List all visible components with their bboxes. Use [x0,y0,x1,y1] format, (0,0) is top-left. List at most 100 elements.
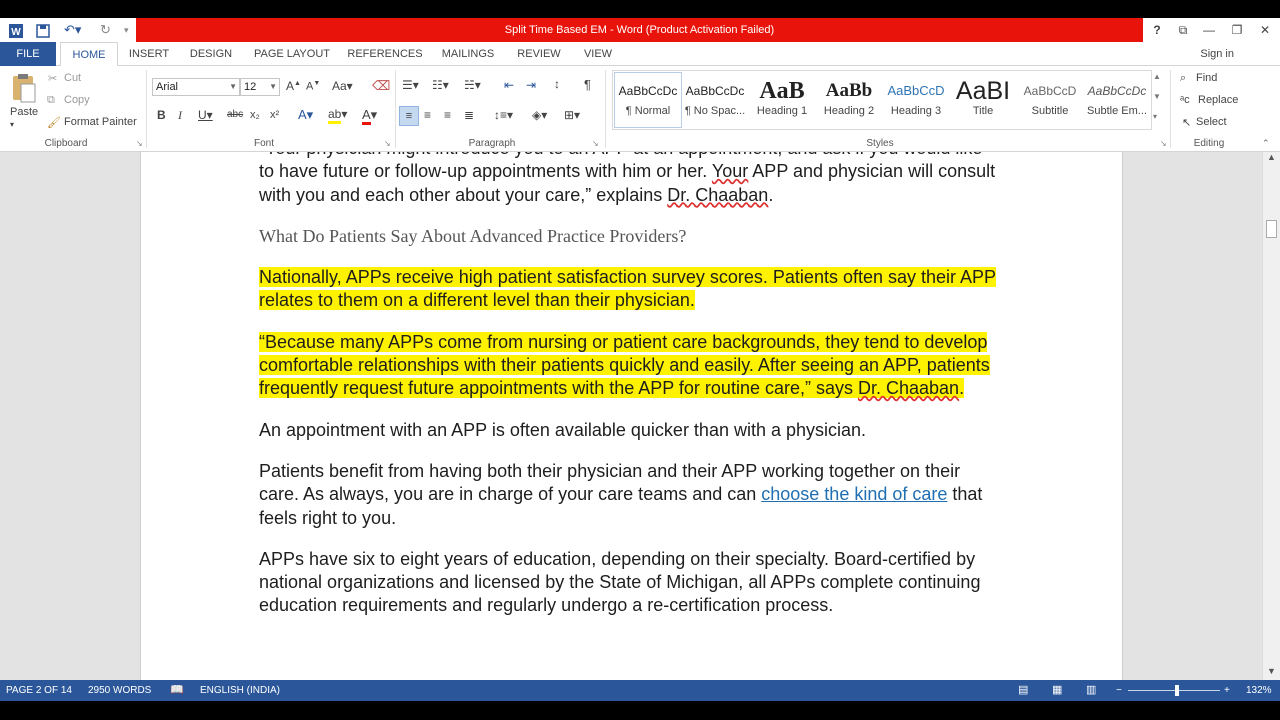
redo-icon[interactable]: ↻ [100,18,111,42]
shading-icon[interactable]: ◈▾ [532,108,547,122]
copy-button[interactable]: Copy [64,94,90,106]
ribbon-display-icon[interactable]: ⧉ [1170,18,1196,42]
superscript-icon[interactable]: x² [270,109,279,121]
word-count[interactable]: 2950 WORDS [88,680,151,701]
tab-mailings[interactable]: MAILINGS [436,42,500,66]
numbering-icon[interactable]: ☷▾ [432,78,449,92]
styles-launcher-icon[interactable]: ↘ [1160,139,1167,148]
save-icon[interactable] [36,18,50,42]
style-heading-1[interactable]: AaB Heading 1 [749,73,815,127]
paragraph-launcher-icon[interactable]: ↘ [592,139,599,148]
format-painter-button[interactable]: Format Painter [64,116,137,128]
close-button[interactable]: ✕ [1252,18,1278,42]
grow-font-icon[interactable]: A▲ [286,79,301,93]
tab-insert[interactable]: INSERT [124,42,174,66]
style-preview: AaBbCcD [887,83,945,98]
zoom-slider[interactable] [1128,690,1220,691]
decrease-indent-icon[interactable]: ⇤ [504,78,514,92]
highlight-color-icon[interactable]: ab▾ [328,107,347,124]
select-button[interactable]: Select [1196,116,1227,128]
clear-formatting-icon[interactable]: ⌫ [372,78,390,94]
tab-home[interactable]: HOME [60,42,118,67]
justify-icon[interactable]: ≣ [464,108,474,122]
document-page[interactable]: “Your physician might introduce you to a… [140,152,1123,680]
replace-button[interactable]: Replace [1198,94,1238,106]
style-name: Heading 1 [756,105,808,117]
zoom-level[interactable]: 132% [1246,680,1272,701]
style-heading-2[interactable]: AaBb Heading 2 [816,73,882,127]
zoom-in-icon[interactable]: + [1224,680,1230,701]
cut-icon[interactable]: ✂ [48,72,57,85]
bullets-icon[interactable]: ☰▾ [402,78,419,92]
show-marks-icon[interactable]: ¶ [584,77,591,92]
underline-icon[interactable]: U▾ [198,108,213,122]
read-mode-icon[interactable]: ▤ [1018,680,1028,701]
minimize-button[interactable]: — [1196,18,1222,42]
web-layout-icon[interactable]: ▥ [1086,680,1096,701]
style-subtitle[interactable]: AaBbCcD Subtitle [1017,73,1083,127]
italic-icon[interactable]: I [178,108,182,123]
undo-icon[interactable]: ↶▾ [64,18,81,42]
styles-more-icon[interactable]: ▾ [1153,112,1157,121]
find-button[interactable]: Find [1196,72,1217,84]
text-effects-icon[interactable]: A▾ [298,107,313,123]
replace-icon[interactable]: ᵃc [1180,94,1190,106]
restore-button[interactable]: ❐ [1224,18,1250,42]
find-icon[interactable]: ⌕ [1180,72,1186,85]
styles-scroll-up-icon[interactable]: ▲ [1153,72,1161,81]
format-painter-icon[interactable]: 🖌 [47,116,61,129]
cut-button[interactable]: Cut [64,72,81,84]
scroll-down-icon[interactable]: ▼ [1263,666,1280,680]
tab-review[interactable]: REVIEW [512,42,566,66]
subscript-icon[interactable]: x₂ [250,109,260,121]
borders-icon[interactable]: ⊞▾ [564,108,580,122]
page-count[interactable]: PAGE 2 OF 14 [6,680,72,701]
vertical-scrollbar[interactable]: ▲ ▼ [1262,152,1280,680]
style-subtle-emphasis[interactable]: AaBbCcDc Subtle Em... [1084,73,1150,127]
styles-scroll-down-icon[interactable]: ▼ [1153,92,1161,101]
copy-icon[interactable]: ⧉ [47,94,55,107]
style-no-spacing[interactable]: AaBbCcDc ¶ No Spac... [682,73,748,127]
font-color-icon[interactable]: A▾ [362,107,377,125]
scroll-up-icon[interactable]: ▲ [1263,152,1280,166]
paragraph: An appointment with an APP is often avai… [259,419,867,440]
align-left-icon[interactable]: ≡ [399,106,419,126]
align-right-icon[interactable]: ≡ [444,108,451,122]
font-launcher-icon[interactable]: ↘ [384,139,391,148]
style-title[interactable]: AaBI Title [950,73,1016,127]
zoom-out-icon[interactable]: − [1116,680,1122,701]
tab-page-layout[interactable]: PAGE LAYOUT [250,42,334,66]
proofing-icon[interactable]: 📖 [170,680,184,701]
print-layout-icon[interactable]: ▦ [1052,680,1062,701]
font-size-select[interactable]: 12 ▼ [240,78,280,96]
multilevel-list-icon[interactable]: ☵▾ [464,78,481,92]
qat-customize-icon[interactable]: ▾ [124,18,129,42]
tab-file[interactable]: FILE [0,42,56,66]
tab-view[interactable]: VIEW [576,42,620,66]
style-heading-3[interactable]: AaBbCcD Heading 3 [883,73,949,127]
document-body[interactable]: “Your physician might introduce you to a… [259,152,999,636]
strikethrough-icon[interactable]: abc [227,109,243,120]
scroll-thumb[interactable] [1266,220,1277,238]
bold-icon[interactable]: B [157,108,166,122]
increase-indent-icon[interactable]: ⇥ [526,78,536,92]
clipboard-launcher-icon[interactable]: ↘ [136,139,143,148]
zoom-slider-thumb[interactable] [1175,685,1179,696]
style-normal[interactable]: AaBbCcDc ¶ Normal [614,72,682,128]
align-center-icon[interactable]: ≡ [424,108,431,122]
paste-label[interactable]: Paste [10,106,38,118]
paste-dropdown-icon[interactable]: ▾ [10,120,14,129]
language[interactable]: ENGLISH (INDIA) [200,680,280,701]
sort-icon[interactable]: ↕ [554,77,560,91]
choose-care-link[interactable]: choose the kind of care [761,484,947,504]
shrink-font-icon[interactable]: A▼ [306,80,320,93]
select-icon[interactable]: ↖ [1182,116,1191,129]
font-family-select[interactable]: Arial ▼ [152,78,240,96]
help-button[interactable]: ? [1144,18,1170,42]
tab-design[interactable]: DESIGN [184,42,238,66]
tab-references[interactable]: REFERENCES [346,42,424,66]
collapse-ribbon-icon[interactable]: ⌃ [1262,138,1270,149]
line-spacing-icon[interactable]: ↕≡▾ [494,108,513,122]
sign-in-link[interactable]: Sign in [1200,42,1234,66]
change-case-icon[interactable]: Aa▾ [332,79,353,93]
